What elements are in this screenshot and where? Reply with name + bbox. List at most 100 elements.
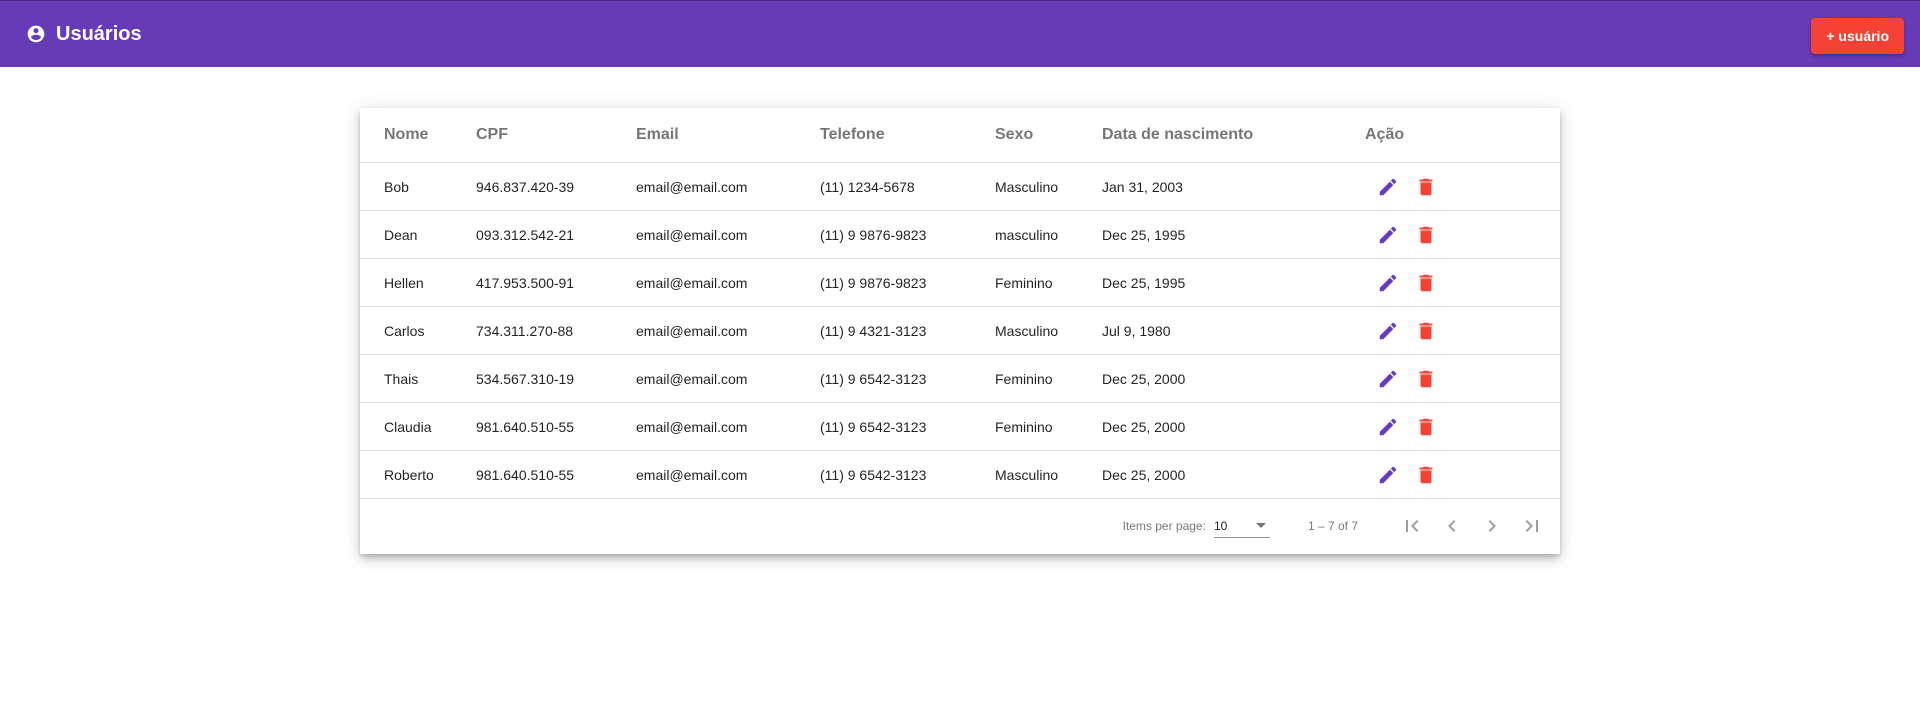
- cell-nome: Thais: [360, 354, 476, 403]
- edit-icon: [1379, 178, 1397, 195]
- edit-icon: [1379, 274, 1397, 291]
- account-circle-icon: [27, 25, 45, 43]
- cell-data: Dec 25, 2000: [1102, 450, 1365, 499]
- cell-nome: Roberto: [360, 450, 476, 499]
- cell-data: Jul 9, 1980: [1102, 306, 1365, 355]
- cell-data: Dec 25, 1995: [1102, 258, 1365, 307]
- table-row: Hellen 417.953.500-91 email@email.com (11) …: [360, 258, 1560, 307]
- cell-data: Dec 25, 1995: [1102, 210, 1365, 259]
- cell-cpf: 417.953.500-91: [476, 258, 636, 307]
- cell-nome: Dean: [360, 210, 476, 259]
- row-actions: [1365, 414, 1560, 440]
- paginator: Items per page: 10 1 – 7 of 7: [360, 499, 1560, 553]
- cell-email: email@email.com: [636, 258, 820, 307]
- delete-button[interactable]: [1413, 222, 1439, 248]
- items-per-page-label: Items per page:: [1122, 519, 1206, 533]
- edit-icon: [1379, 370, 1397, 387]
- cell-sexo: Masculino: [995, 306, 1102, 355]
- cell-email: email@email.com: [636, 210, 820, 259]
- header-nome: Nome: [360, 108, 476, 163]
- cell-data: Dec 25, 2000: [1102, 402, 1365, 451]
- last-page-button[interactable]: [1512, 506, 1552, 546]
- previous-page-button[interactable]: [1432, 506, 1472, 546]
- cell-acao: [1365, 306, 1560, 355]
- cell-sexo: masculino: [995, 210, 1102, 259]
- cell-sexo: Feminino: [995, 258, 1102, 307]
- delete-icon: [1419, 226, 1433, 243]
- delete-button[interactable]: [1413, 366, 1439, 392]
- edit-button[interactable]: [1375, 414, 1401, 440]
- delete-icon: [1419, 178, 1433, 195]
- edit-button[interactable]: [1375, 318, 1401, 344]
- cell-email: email@email.com: [636, 162, 820, 211]
- edit-icon: [1379, 226, 1397, 243]
- edit-button[interactable]: [1375, 366, 1401, 392]
- cell-sexo: Masculino: [995, 162, 1102, 211]
- header-email: Email: [636, 108, 820, 163]
- delete-button[interactable]: [1413, 174, 1439, 200]
- cell-acao: [1365, 402, 1560, 451]
- cell-email: email@email.com: [636, 306, 820, 355]
- table-row: Dean 093.312.542-21 email@email.com (11) 9 …: [360, 210, 1560, 259]
- items-per-page-value: 10: [1213, 518, 1228, 533]
- delete-icon: [1419, 274, 1433, 291]
- page-range-label: 1 – 7 of 7: [1307, 519, 1358, 533]
- edit-button[interactable]: [1375, 462, 1401, 488]
- delete-button[interactable]: [1413, 318, 1439, 344]
- cell-acao: [1365, 162, 1560, 211]
- items-per-page-select[interactable]: 10: [1213, 515, 1270, 538]
- cell-cpf: 981.640.510-55: [476, 402, 636, 451]
- users-table: Nome CPF Email Telefone Sexo Data de nas…: [360, 108, 1560, 499]
- first-page-button[interactable]: [1392, 506, 1432, 546]
- cell-telefone: (11) 1234-5678: [820, 162, 995, 211]
- cell-sexo: Feminino: [995, 402, 1102, 451]
- delete-button[interactable]: [1413, 414, 1439, 440]
- add-user-button[interactable]: + usuário: [1811, 18, 1904, 54]
- edit-button[interactable]: [1375, 174, 1401, 200]
- edit-icon: [1379, 418, 1397, 435]
- cell-telefone: (11) 9 6542-3123: [820, 402, 995, 451]
- header-sexo: Sexo: [995, 108, 1102, 163]
- cell-telefone: (11) 9 6542-3123: [820, 354, 995, 403]
- cell-nome: Carlos: [360, 306, 476, 355]
- delete-button[interactable]: [1413, 270, 1439, 296]
- cell-cpf: 534.567.310-19: [476, 354, 636, 403]
- edit-icon: [1379, 322, 1397, 339]
- chevron-left-icon: [1448, 520, 1456, 532]
- row-actions: [1365, 222, 1560, 248]
- header-telefone: Telefone: [820, 108, 995, 163]
- next-page-button[interactable]: [1472, 506, 1512, 546]
- row-actions: [1365, 318, 1560, 344]
- cell-acao: [1365, 354, 1560, 403]
- cell-nome: Claudia: [360, 402, 476, 451]
- app-brand: Usuários: [26, 23, 142, 46]
- cell-acao: [1365, 258, 1560, 307]
- delete-icon: [1419, 466, 1433, 483]
- delete-icon: [1419, 418, 1433, 435]
- edit-button[interactable]: [1375, 222, 1401, 248]
- header-data-nascimento: Data de nascimento: [1102, 108, 1365, 163]
- row-actions: [1365, 270, 1560, 296]
- cell-data: Dec 25, 2000: [1102, 354, 1365, 403]
- users-table-card: Nome CPF Email Telefone Sexo Data de nas…: [360, 108, 1560, 554]
- cell-acao: [1365, 450, 1560, 499]
- delete-icon: [1419, 322, 1433, 339]
- cell-data: Jan 31, 2003: [1102, 162, 1365, 211]
- header-cpf: CPF: [476, 108, 636, 163]
- table-body: Bob 946.837.420-39 email@email.com (11) 123…: [360, 162, 1560, 499]
- cell-sexo: Masculino: [995, 450, 1102, 499]
- cell-email: email@email.com: [636, 450, 820, 499]
- delete-button[interactable]: [1413, 462, 1439, 488]
- cell-telefone: (11) 9 6542-3123: [820, 450, 995, 499]
- app-title: Usuários: [56, 22, 142, 45]
- header-acao: Ação: [1365, 108, 1560, 163]
- cell-cpf: 734.311.270-88: [476, 306, 636, 355]
- row-actions: [1365, 462, 1560, 488]
- edit-button[interactable]: [1375, 270, 1401, 296]
- delete-icon: [1419, 370, 1433, 387]
- cell-nome: Hellen: [360, 258, 476, 307]
- last-page-icon: [1525, 520, 1538, 532]
- row-actions: [1365, 174, 1560, 200]
- table-row: Bob 946.837.420-39 email@email.com (11) 123…: [360, 162, 1560, 211]
- table-header-row: Nome CPF Email Telefone Sexo Data de nas…: [360, 108, 1560, 163]
